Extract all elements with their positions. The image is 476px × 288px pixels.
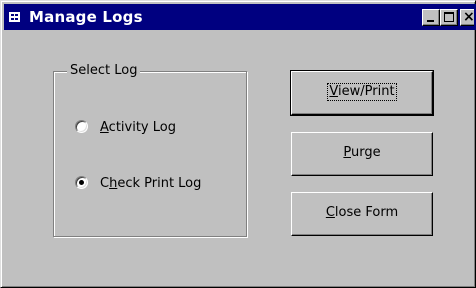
maximize-icon bbox=[444, 12, 454, 22]
select-log-group bbox=[53, 71, 247, 237]
close-form-button[interactable]: Close Form bbox=[291, 192, 433, 236]
radio-button-checked[interactable] bbox=[75, 176, 88, 189]
close-button[interactable]: × bbox=[460, 9, 475, 26]
view-print-label: View/Print bbox=[327, 83, 397, 101]
manage-logs-window: Manage Logs × Select Log Activity Log Ch… bbox=[0, 0, 476, 288]
radio-button-unchecked[interactable] bbox=[75, 120, 88, 133]
form-icon[interactable] bbox=[9, 12, 20, 22]
close-form-label: Close Form bbox=[325, 205, 399, 220]
radio-label-activity-log: Activity Log bbox=[100, 120, 176, 135]
purge-button[interactable]: Purge bbox=[291, 132, 433, 176]
minimize-icon bbox=[427, 20, 434, 22]
purge-label: Purge bbox=[343, 145, 381, 160]
radio-label-check-print-log: Check Print Log bbox=[100, 176, 202, 191]
select-log-group-label: Select Log bbox=[67, 63, 141, 78]
close-icon: × bbox=[463, 9, 475, 25]
maximize-button[interactable] bbox=[440, 9, 458, 26]
view-print-button[interactable]: View/Print bbox=[290, 70, 434, 116]
minimize-button[interactable] bbox=[422, 9, 440, 26]
title-bar[interactable]: Manage Logs × bbox=[4, 4, 476, 30]
window-title: Manage Logs bbox=[29, 8, 143, 26]
